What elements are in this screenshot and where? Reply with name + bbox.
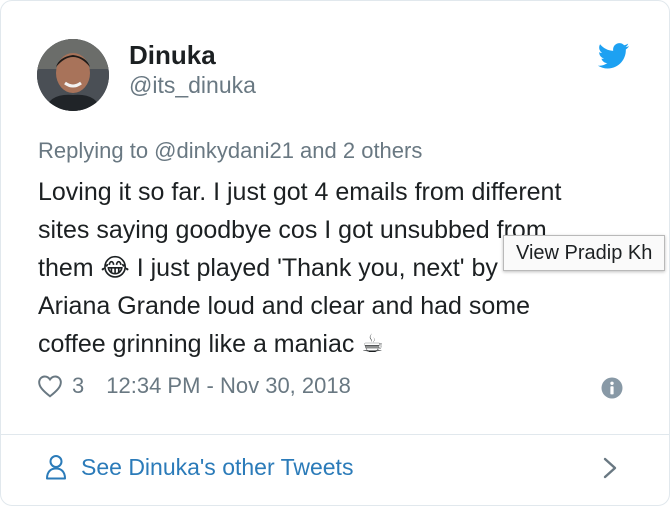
reply-context[interactable]: Replying to @dinkydani21 and 2 others [38,137,422,165]
tears-of-joy-emoji: 😂 [100,254,130,282]
author-handle[interactable]: @its_dinuka [129,71,256,99]
see-other-tweets-link[interactable]: See Dinuka's other Tweets [45,452,353,482]
tooltip: View Pradip Kh [503,235,666,271]
twitter-bird-icon[interactable] [598,43,630,69]
see-other-tweets-label[interactable]: See Dinuka's other Tweets [81,452,353,482]
tweet-fragment: coffee grinning like a maniac [38,330,355,358]
person-icon [46,455,66,480]
chevron-right-icon[interactable] [603,457,617,479]
like-count[interactable]: 3 [72,373,84,399]
tweet-meta: 3 12:34 PM - Nov 30, 2018 [37,371,351,401]
avatar[interactable] [37,39,109,111]
author-name[interactable]: Dinuka [129,39,216,71]
heart-icon[interactable] [37,374,63,398]
tweet-line: Loving it so far. I just got 4 emails fr… [38,178,562,206]
tweet-line: Ariana Grande loud and clear and had som… [38,292,530,320]
timestamp[interactable]: 12:34 PM - Nov 30, 2018 [106,373,351,399]
divider [1,434,669,435]
tweet-fragment: I just played 'Thank you, next' by [136,254,498,282]
embedded-tweet-card: Dinuka @its_dinuka Replying to @dinkydan… [0,0,670,506]
tweet-line: coffee grinning like a maniac ☕ [38,325,638,363]
tweet-fragment: them [38,254,94,282]
avatar-photo [37,39,109,111]
hot-beverage-emoji: ☕ [361,330,384,358]
info-icon[interactable] [601,377,623,399]
